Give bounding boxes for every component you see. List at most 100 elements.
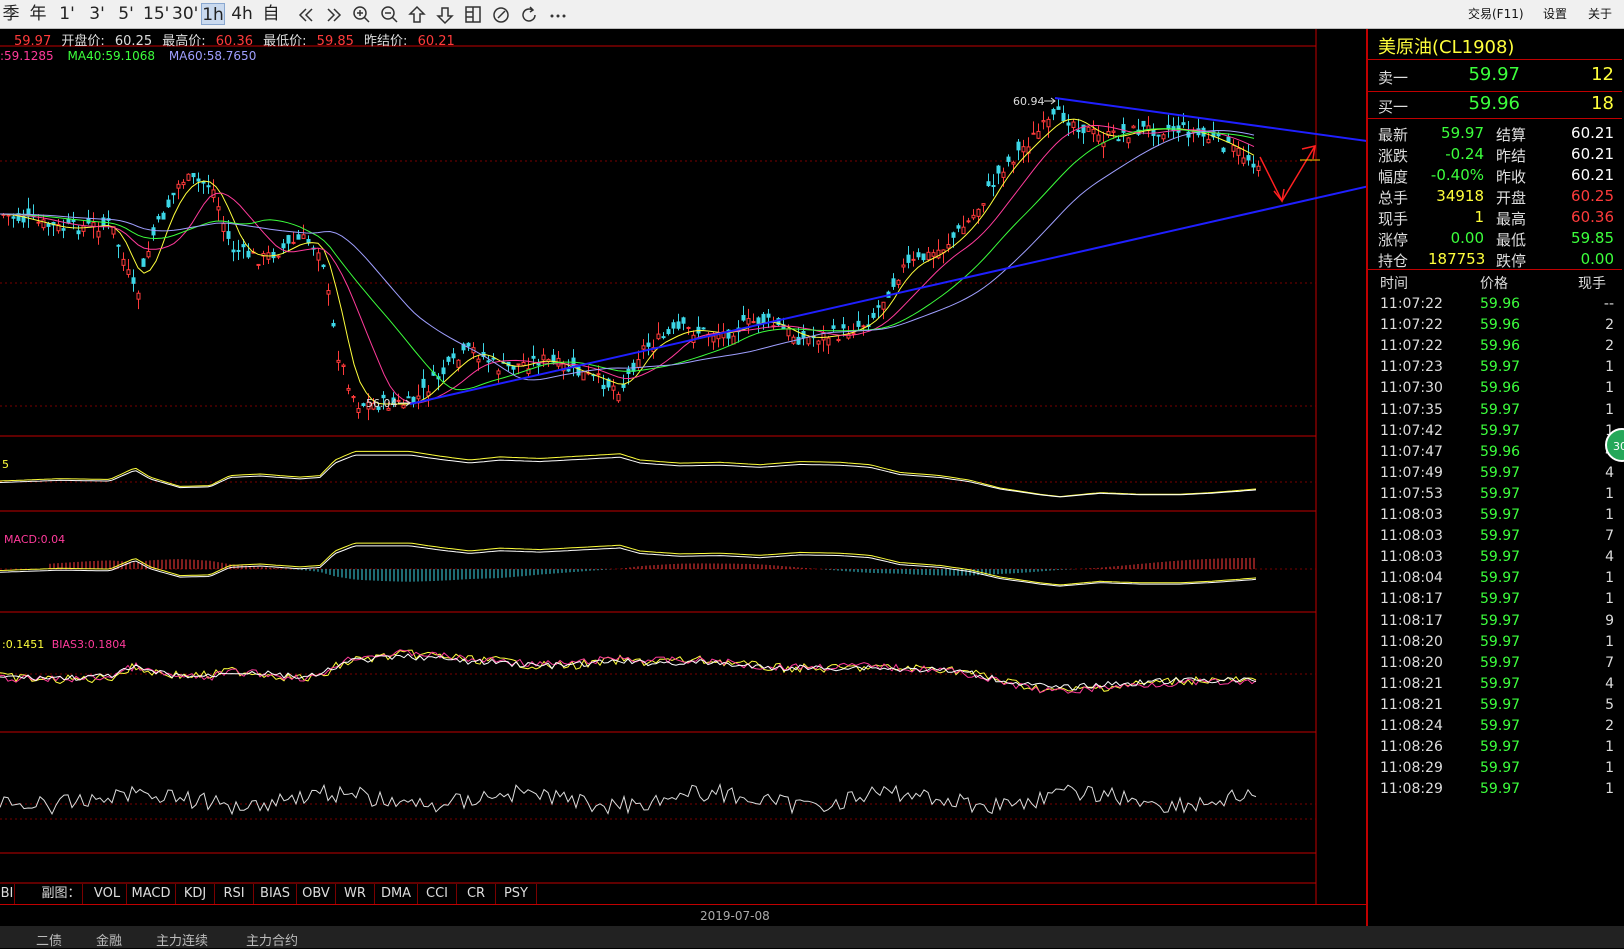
tab-bias[interactable]: BIAS bbox=[254, 884, 297, 904]
candle-body bbox=[956, 225, 961, 229]
tick-price: 59.96 bbox=[1480, 380, 1521, 397]
period-5min-button[interactable]: 5' bbox=[114, 3, 138, 25]
candle-body bbox=[961, 226, 966, 235]
stat-label: 昨结 bbox=[1496, 147, 1527, 165]
candle-body bbox=[291, 241, 296, 244]
draw-icon[interactable] bbox=[493, 7, 509, 23]
period-15min-button[interactable]: 15' bbox=[143, 3, 169, 25]
zoom-in-icon[interactable] bbox=[353, 6, 370, 23]
ticks-time-header: 时间 bbox=[1380, 276, 1408, 292]
refresh-icon[interactable] bbox=[522, 6, 536, 22]
candle-body bbox=[281, 243, 286, 249]
candle-body bbox=[441, 367, 446, 375]
tick-time: 11:07:42 bbox=[1380, 422, 1443, 439]
candle-body bbox=[1231, 145, 1236, 152]
period-30min-button[interactable]: 30' bbox=[172, 3, 198, 25]
candle-body bbox=[541, 354, 546, 361]
tick-row: 11:07:35 59.97 1 bbox=[1368, 402, 1622, 424]
tab-bi[interactable]: BI bbox=[0, 884, 15, 904]
last-price: 59.97 bbox=[14, 34, 52, 49]
period-1h-button[interactable]: 1h bbox=[201, 3, 225, 25]
tick-row: 11:07:22 59.96 2 bbox=[1368, 317, 1622, 339]
tick-price: 59.97 bbox=[1480, 696, 1521, 713]
candle-body bbox=[1046, 118, 1051, 128]
stat-value: -0.40% bbox=[1430, 166, 1484, 184]
tick-price: 59.97 bbox=[1480, 654, 1521, 671]
more-icon[interactable] bbox=[550, 14, 566, 18]
bias2-line bbox=[0, 649, 1257, 694]
tab-macd[interactable]: MACD bbox=[127, 884, 176, 904]
low-annotation: 56.04 bbox=[366, 397, 398, 410]
tick-qty: 4 bbox=[1605, 675, 1614, 692]
period-4h-button[interactable]: 4h bbox=[230, 3, 254, 25]
prev-label: 昨结价: bbox=[364, 34, 408, 49]
market-tab-main-continuous[interactable]: 主力连续 bbox=[156, 930, 208, 949]
candle-body bbox=[361, 403, 366, 407]
market-tab-main-contract[interactable]: 主力合约 bbox=[246, 930, 298, 949]
candle-body bbox=[596, 373, 601, 376]
candle-body bbox=[341, 364, 346, 367]
period-season-button[interactable]: 季 bbox=[0, 3, 22, 25]
stat-label: 开盘 bbox=[1496, 189, 1527, 207]
candle-body bbox=[331, 323, 336, 327]
stat-label: 幅度 bbox=[1378, 168, 1409, 186]
period-1min-button[interactable]: 1' bbox=[56, 3, 78, 25]
candle-body bbox=[516, 363, 521, 366]
tick-row: 11:08:17 59.97 9 bbox=[1368, 613, 1622, 635]
candle-body bbox=[701, 327, 706, 330]
stat-value: 60.21 bbox=[1571, 166, 1614, 184]
tick-row: 11:07:42 59.97 1 bbox=[1368, 423, 1622, 445]
tab-dma[interactable]: DMA bbox=[375, 884, 418, 904]
candle-body bbox=[1061, 112, 1066, 122]
period-custom-button[interactable]: 自 bbox=[260, 3, 282, 25]
double-left-icon[interactable] bbox=[298, 8, 313, 22]
market-tab-finance[interactable]: 金融 bbox=[96, 930, 122, 949]
tab-obv[interactable]: OBV bbox=[297, 884, 336, 904]
tab-wr[interactable]: WR bbox=[336, 884, 375, 904]
buy-price: 59.96 bbox=[1468, 93, 1520, 114]
tab-rsi[interactable]: RSI bbox=[215, 884, 254, 904]
stat-label: 昨收 bbox=[1496, 168, 1527, 186]
tick-qty: 1 bbox=[1605, 507, 1614, 523]
tick-price: 59.97 bbox=[1480, 675, 1521, 692]
tab-psy[interactable]: PSY bbox=[496, 884, 537, 904]
tick-qty: 5 bbox=[1605, 696, 1614, 713]
arrow-up-icon[interactable] bbox=[408, 5, 426, 23]
kline-chart[interactable]: 60.94 56.04 bbox=[0, 29, 1366, 934]
tab-cci[interactable]: CCI bbox=[418, 884, 457, 904]
settings-menu[interactable]: 设置 bbox=[1543, 5, 1567, 22]
trade-menu[interactable]: 交易(F11) bbox=[1468, 5, 1524, 22]
buy-qty: 18 bbox=[1591, 93, 1614, 114]
macd-dif-line bbox=[0, 542, 1257, 586]
stat-row: 持仓 187753 跌停 0.00 bbox=[1368, 250, 1622, 271]
candle-body bbox=[121, 258, 126, 266]
candle-body bbox=[241, 244, 246, 248]
zoom-out-icon[interactable] bbox=[381, 6, 398, 23]
tick-qty: 4 bbox=[1605, 549, 1614, 566]
market-tab-bonds[interactable]: 二债 bbox=[36, 930, 62, 949]
candle-body bbox=[356, 408, 361, 413]
stat-label: 跌停 bbox=[1496, 252, 1527, 270]
tab-vol[interactable]: VOL bbox=[88, 884, 127, 904]
about-menu[interactable]: 关于 bbox=[1588, 5, 1612, 22]
tick-qty: 1 bbox=[1605, 359, 1614, 376]
candle-body bbox=[666, 329, 671, 335]
double-right-icon[interactable] bbox=[327, 8, 342, 22]
tick-row: 11:08:21 59.97 4 bbox=[1368, 676, 1622, 698]
forecast-arrow bbox=[1259, 145, 1316, 203]
arrow-head-icon bbox=[1273, 145, 1316, 203]
candle-body bbox=[731, 335, 736, 345]
tab-cr[interactable]: CR bbox=[457, 884, 496, 904]
candle-body bbox=[401, 404, 406, 409]
tick-qty: 1 bbox=[1605, 380, 1614, 397]
tick-qty: 2 bbox=[1605, 338, 1614, 355]
arrow-down-icon[interactable] bbox=[436, 7, 454, 25]
date-label: 2019-07-08 bbox=[700, 909, 770, 923]
period-year-button[interactable]: 年 bbox=[27, 3, 49, 25]
sell-price: 59.97 bbox=[1468, 64, 1520, 85]
tab-kdj[interactable]: KDJ bbox=[176, 884, 215, 904]
candle-body bbox=[11, 216, 16, 219]
period-3min-button[interactable]: 3' bbox=[85, 3, 109, 25]
ma40-value: MA40:59.1068 bbox=[67, 49, 156, 63]
layout-icon[interactable] bbox=[465, 6, 481, 23]
